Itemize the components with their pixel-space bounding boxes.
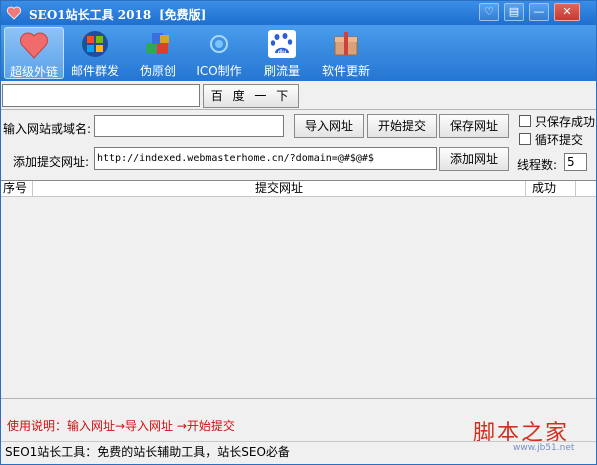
- search-row: 百 度 一 下: [1, 82, 596, 109]
- only-save-success-checkbox[interactable]: [519, 115, 531, 127]
- blocks-icon: [146, 33, 169, 54]
- tool-update[interactable]: 软件更新: [317, 27, 375, 79]
- results-table[interactable]: 序号 提交网址 成功: [1, 180, 596, 399]
- only-save-success-label: 只保存成功: [535, 115, 596, 129]
- window-title: SEO1站长工具 2018: [29, 8, 152, 22]
- edition-label: [免费版]: [159, 8, 207, 22]
- tool-label: 刷流量: [263, 64, 300, 78]
- tool-label: 伪原创: [139, 64, 176, 78]
- main-toolbar: 超级外链 邮件群发 伪原创 ICO制作 du 刷流量 软件更新: [1, 25, 596, 81]
- column-header-index[interactable]: 序号: [1, 181, 33, 196]
- tool-label: ICO制作: [196, 64, 242, 78]
- site-label: 输入网站或域名:: [3, 122, 92, 136]
- usage-instructions: 使用说明：输入网址→导入网址 →开始提交: [7, 419, 235, 433]
- tool-rewrite[interactable]: 伪原创: [135, 27, 181, 79]
- tool-super-links[interactable]: 超级外链: [4, 27, 64, 79]
- menu-button[interactable]: ▤: [504, 3, 524, 21]
- table-header: 序号 提交网址 成功: [1, 181, 596, 197]
- app-window: SEO1站长工具 2018 [免费版] ♡ ▤ — ✕ 超级外链 邮件群发 伪原…: [0, 0, 597, 465]
- submit-url-input[interactable]: http://indexed.webmasterhome.cn/?domain=…: [94, 147, 437, 170]
- status-bar: SEO1站长工具：免费的站长辅助工具，站长SEO必备: [1, 441, 596, 464]
- package-icon: [334, 32, 358, 56]
- threads-input[interactable]: 5: [564, 153, 587, 171]
- submit-url-label: 添加提交网址:: [13, 155, 90, 169]
- tool-mass-mail[interactable]: 邮件群发: [67, 27, 123, 79]
- tool-label: 超级外链: [9, 65, 58, 79]
- column-header-success[interactable]: 成功: [526, 181, 576, 196]
- tool-label: 软件更新: [321, 64, 370, 78]
- import-url-button[interactable]: 导入网址: [294, 114, 364, 138]
- tool-traffic[interactable]: du 刷流量: [259, 27, 305, 79]
- title-bar[interactable]: SEO1站长工具 2018 [免费版] ♡ ▤ — ✕: [1, 1, 596, 25]
- add-url-button[interactable]: 添加网址: [439, 147, 509, 171]
- loop-submit-checkbox[interactable]: [519, 133, 531, 145]
- close-button[interactable]: ✕: [554, 3, 580, 21]
- search-input[interactable]: [2, 84, 200, 107]
- baidu-search-button[interactable]: 百 度 一 下: [203, 84, 299, 108]
- loop-submit-label: 循环提交: [535, 133, 584, 147]
- site-input[interactable]: [94, 115, 284, 137]
- svg-text:du: du: [278, 49, 287, 56]
- minimize-button[interactable]: —: [529, 3, 549, 21]
- threads-label: 线程数:: [517, 158, 558, 172]
- baidu-paw-icon: du: [268, 30, 296, 58]
- windows-logo-icon: [82, 31, 108, 57]
- save-url-button[interactable]: 保存网址: [439, 114, 509, 138]
- heart-icon: [20, 32, 48, 59]
- skin-button[interactable]: ♡: [479, 3, 499, 21]
- start-submit-button[interactable]: 开始提交: [367, 114, 437, 138]
- heart-icon: [6, 6, 22, 20]
- tool-ico-maker[interactable]: ICO制作: [194, 27, 244, 79]
- divider: [1, 109, 596, 110]
- column-header-url[interactable]: 提交网址: [33, 181, 526, 196]
- target-icon: [210, 35, 228, 53]
- tool-label: 邮件群发: [70, 64, 119, 78]
